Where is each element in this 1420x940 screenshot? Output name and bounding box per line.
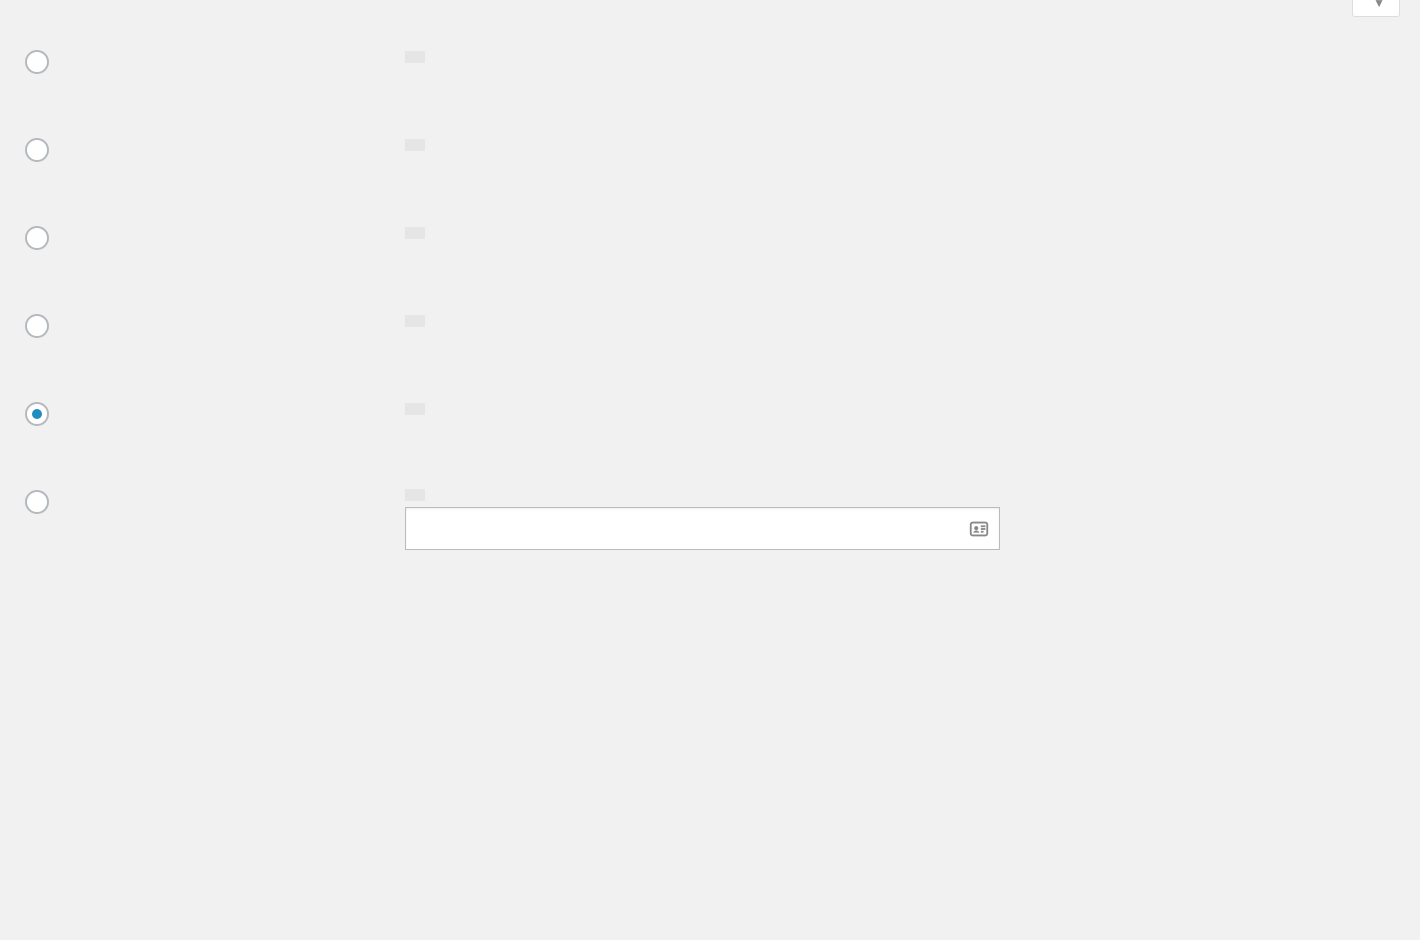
chevron-down-icon: ▼ (1373, 0, 1385, 10)
option-month-name (25, 224, 1400, 250)
example-post-name (405, 403, 425, 415)
example-numeric (405, 315, 425, 327)
custom-url-prefix (405, 489, 425, 501)
radio-custom[interactable] (25, 490, 49, 514)
option-plain (25, 48, 1400, 74)
radio-day-name[interactable] (25, 138, 49, 162)
option-custom (25, 488, 1400, 550)
permalink-options (25, 48, 1400, 550)
radio-numeric[interactable] (25, 314, 49, 338)
help-tab[interactable]: ▼ (1352, 0, 1400, 17)
option-post-name (25, 400, 1400, 426)
radio-month-name[interactable] (25, 226, 49, 250)
radio-post-name[interactable] (25, 402, 49, 426)
example-day-name (405, 139, 425, 151)
custom-structure-input[interactable] (405, 507, 1000, 550)
radio-plain[interactable] (25, 50, 49, 74)
example-month-name (405, 227, 425, 239)
option-day-name (25, 136, 1400, 162)
option-numeric (25, 312, 1400, 338)
example-plain (405, 51, 425, 63)
